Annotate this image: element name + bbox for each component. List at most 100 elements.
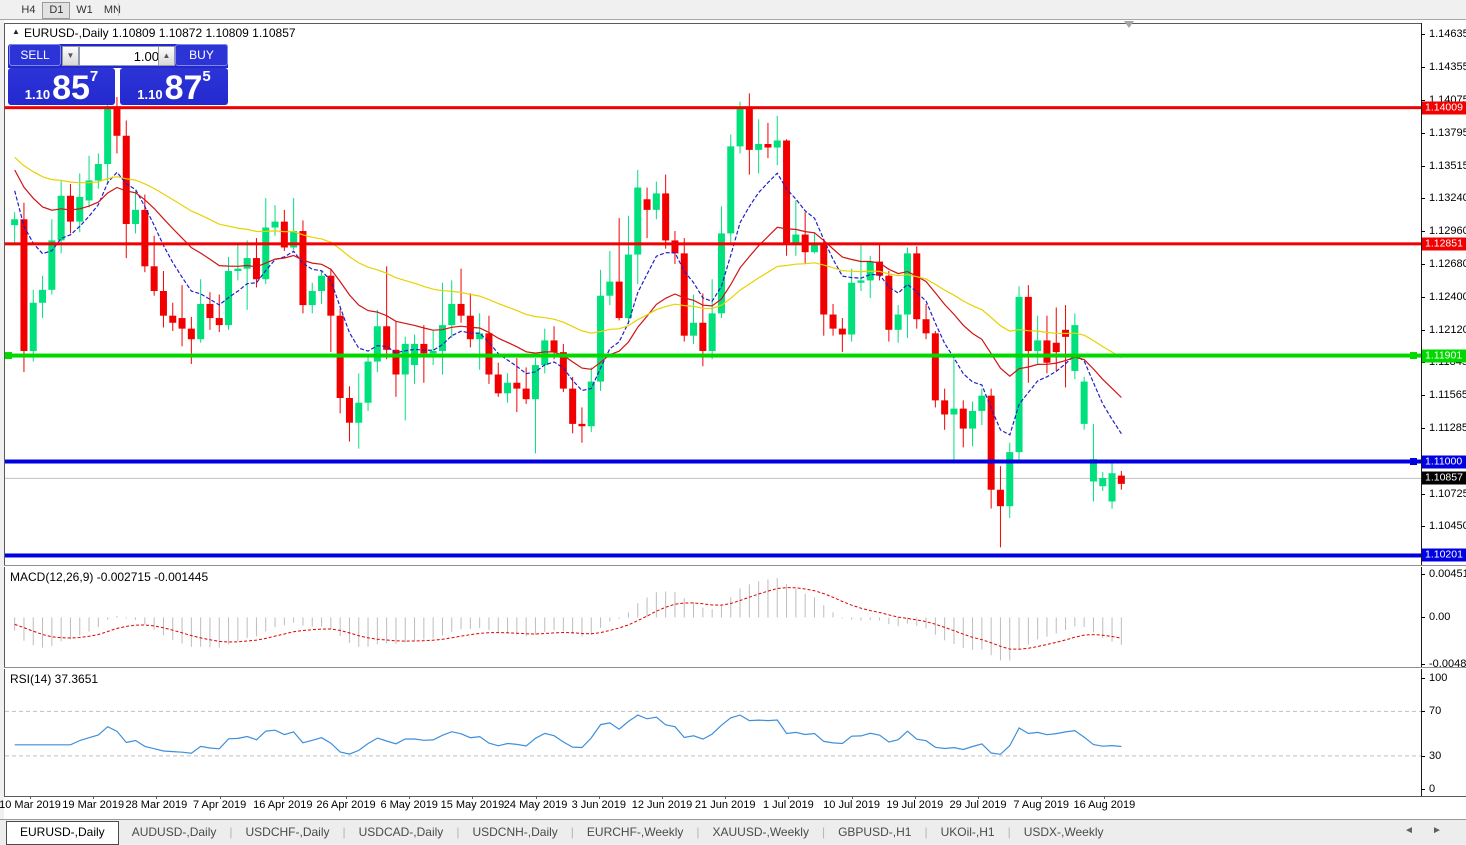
rsi-tick (1421, 789, 1425, 791)
candle-body (345, 398, 353, 423)
hline-handle[interactable] (1410, 458, 1417, 466)
tab-scroll-right-icon[interactable]: ► (1432, 825, 1442, 836)
tab-usdcnh-daily[interactable]: USDCNH-,Daily (459, 821, 570, 843)
price-tick (1421, 231, 1425, 233)
price-tick (1421, 362, 1425, 364)
rsi-label: RSI(14) 37.3651 (10, 672, 99, 686)
rsi-tick-label: 30 (1429, 749, 1442, 762)
candle-body (941, 400, 949, 415)
candle-body (318, 275, 326, 292)
ask-price-display[interactable]: 1.10 87 5 (120, 68, 228, 105)
candle-body (959, 408, 967, 429)
timeframe-button-d1[interactable]: D1 (42, 2, 71, 19)
hline-handle[interactable] (5, 352, 12, 360)
timeframe-button-h4[interactable]: H4 (14, 2, 42, 19)
rsi-chart[interactable] (5, 669, 1421, 796)
date-label: 21 Jun 2019 (694, 799, 756, 811)
date-label: 19 Jul 2019 (886, 799, 944, 811)
candle-body (113, 106, 121, 136)
candle-body (364, 361, 372, 403)
candle-body (197, 303, 205, 340)
tab-audusd-daily[interactable]: AUDUSD-,Daily (119, 821, 230, 843)
tab-eurchf-weekly[interactable]: EURCHF-,Weekly (574, 821, 696, 843)
price-tick-label: 1.10725 (1429, 487, 1466, 500)
candle-body (448, 303, 456, 326)
tab-scroll-left-icon[interactable]: ◄ (1404, 825, 1414, 836)
candle-body (215, 318, 223, 326)
timeframe-button-mn[interactable]: MN (98, 2, 126, 19)
candle-body (699, 322, 707, 351)
candle-body (624, 254, 632, 319)
volume-down-spinner[interactable]: ▼ (62, 46, 79, 66)
price-tick (1421, 66, 1425, 68)
price-badge-1.14009: 1.14009 (1422, 101, 1466, 115)
volume-up-spinner[interactable]: ▲ (158, 46, 175, 66)
price-tick (1421, 132, 1425, 134)
chart-shift-marker-icon[interactable] (1124, 21, 1134, 28)
candle-body (169, 315, 177, 323)
candle-body (132, 209, 140, 224)
date-label: 7 Aug 2019 (1013, 799, 1070, 811)
candle-body (829, 314, 837, 329)
hline-1.12851[interactable] (5, 242, 1421, 246)
price-tick-label: 1.13795 (1429, 126, 1466, 139)
candle-body (578, 423, 586, 427)
candle-body (1043, 340, 1051, 363)
candle-body (206, 303, 214, 319)
buy-button[interactable]: BUY (175, 44, 228, 66)
price-tick (1421, 493, 1425, 495)
price-tick-label: 1.14355 (1429, 60, 1466, 73)
tab-gbpusd-h1[interactable]: GBPUSD-,H1 (825, 821, 924, 843)
sell-button[interactable]: SELL (9, 44, 61, 66)
hline-1.14009[interactable] (5, 106, 1421, 110)
candle-body (271, 221, 279, 228)
hline-handle[interactable] (1410, 352, 1417, 360)
date-label: 12 Jun 2019 (631, 799, 693, 811)
moving-average-8 (14, 171, 1122, 436)
macd-chart[interactable] (5, 567, 1421, 667)
hline-1.10201[interactable] (5, 553, 1421, 558)
date-label: 7 Apr 2019 (192, 799, 247, 811)
tab-usdx-weekly[interactable]: USDX-,Weekly (1011, 821, 1117, 843)
candle-body (652, 193, 660, 210)
candle-body (104, 106, 112, 164)
candle-body (355, 402, 363, 423)
macd-label: MACD(12,26,9) -0.002715 -0.001445 (10, 570, 209, 584)
candle-body (643, 199, 651, 210)
price-axis-border (1421, 23, 1422, 796)
volume-input[interactable] (79, 46, 165, 66)
tab-eurusd-daily[interactable]: EURUSD-,Daily (6, 821, 119, 845)
price-tick-label: 1.11285 (1429, 422, 1466, 434)
tab-usdchf-daily[interactable]: USDCHF-,Daily (233, 821, 343, 843)
candle-body (457, 303, 465, 316)
chart-frame-bottom (4, 796, 1466, 797)
date-label: 16 Aug 2019 (1073, 799, 1136, 811)
tab-usdcad-daily[interactable]: USDCAD-,Daily (346, 821, 457, 843)
date-label: 29 Jul 2019 (949, 799, 1007, 811)
candle-body (903, 253, 911, 315)
candle-body (29, 302, 37, 351)
candle-body (569, 388, 577, 424)
hline-1.11000[interactable] (5, 459, 1421, 464)
candle-body (429, 350, 437, 354)
candle-body (252, 258, 260, 280)
hline-1.11901[interactable] (5, 353, 1421, 358)
candle-body (39, 289, 47, 303)
timeframe-button-w1[interactable]: W1 (70, 2, 98, 19)
candle-body (820, 243, 828, 315)
toolbar-divider (118, 3, 119, 16)
tab-ukoil-h1[interactable]: UKOil-,H1 (928, 821, 1008, 843)
candle-body (401, 343, 409, 375)
bid-price-display[interactable]: 1.10 85 7 (8, 68, 115, 105)
candle-body (848, 282, 856, 335)
candle-body (494, 374, 502, 394)
price-tick (1421, 428, 1425, 429)
candle-body (1052, 342, 1060, 353)
price-badge-1.10201: 1.10201 (1422, 548, 1466, 562)
candle-body (150, 266, 158, 292)
candle-body (66, 195, 74, 222)
tab-xauusd-weekly[interactable]: XAUUSD-,Weekly (699, 821, 821, 843)
rsi-tick-label: 100 (1429, 671, 1448, 684)
date-label: 10 Mar 2019 (0, 799, 61, 811)
chart-collapse-icon[interactable]: ▲ (12, 27, 20, 36)
